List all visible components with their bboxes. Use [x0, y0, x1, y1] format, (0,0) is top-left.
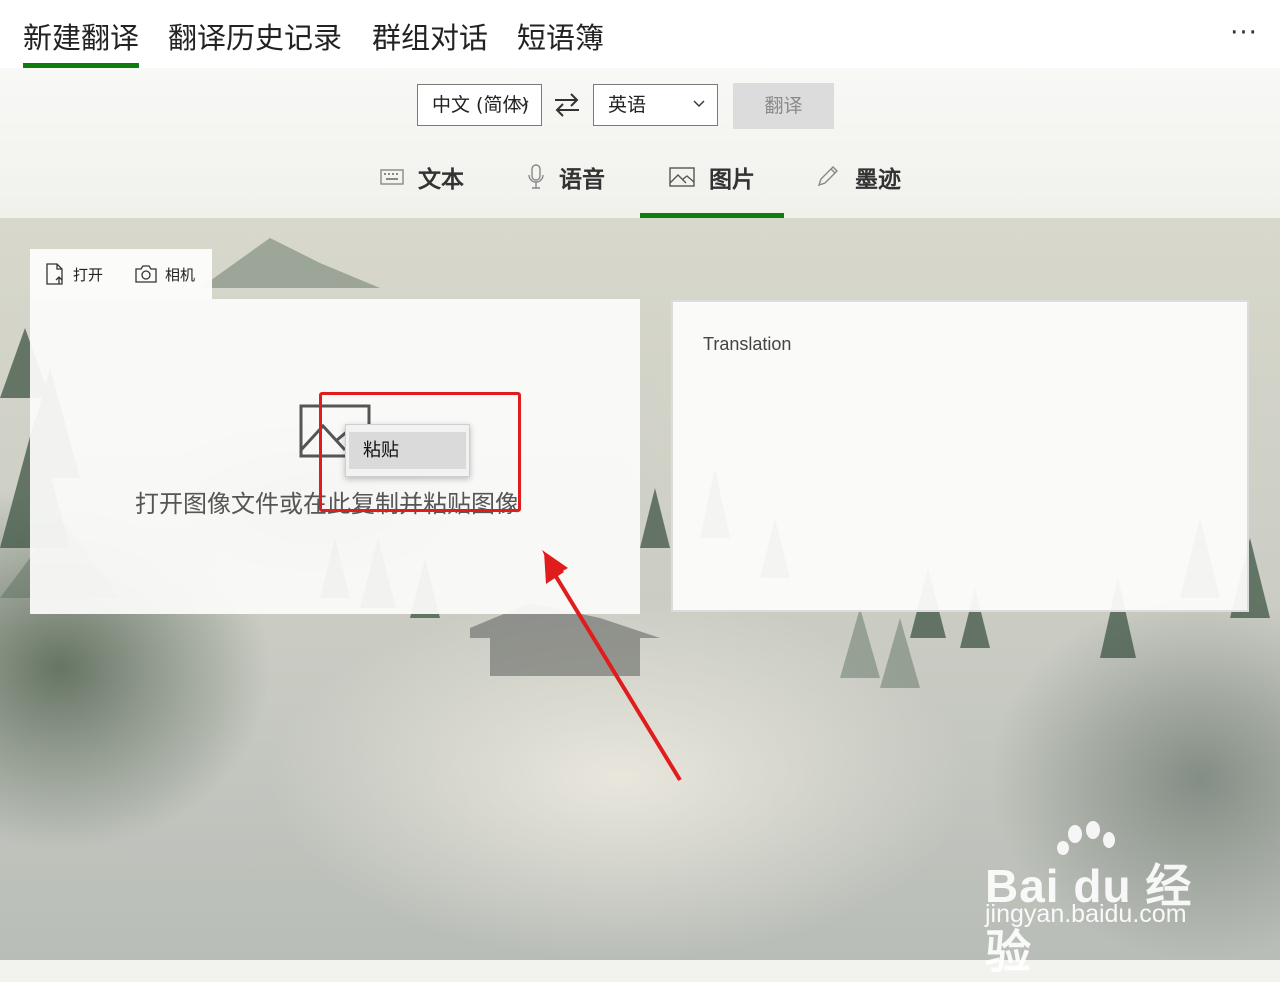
tab-text-label: 文本	[418, 167, 464, 193]
highlight-annotation-box	[319, 392, 521, 512]
tab-group-conversation[interactable]: 群组对话	[372, 14, 488, 66]
image-icon	[669, 167, 695, 187]
translate-button[interactable]: 翻译	[733, 83, 834, 129]
swap-languages-icon[interactable]	[553, 92, 581, 118]
tab-phrasebook[interactable]: 短语簿	[517, 14, 604, 66]
top-navigation-bar: 新建翻译 翻译历史记录 群组对话 短语簿 ···	[0, 0, 1280, 68]
chevron-down-icon	[517, 100, 529, 107]
camera-label: 相机	[165, 265, 196, 284]
tab-voice-label: 语音	[559, 167, 605, 193]
source-language-select[interactable]: 中文 (简体)	[417, 84, 542, 126]
source-language-value: 中文 (简体)	[432, 94, 529, 116]
tab-ink[interactable]: 墨迹	[815, 150, 901, 218]
image-toolbar: 打开 相机	[30, 249, 212, 299]
tab-image[interactable]: 图片	[640, 150, 784, 218]
microphone-icon	[528, 164, 544, 189]
tab-text[interactable]: 文本	[380, 150, 464, 218]
open-file-button[interactable]: 打开	[45, 263, 103, 285]
tab-voice[interactable]: 语音	[527, 150, 605, 218]
tab-image-label: 图片	[709, 167, 755, 193]
watermark-site: jingyan.baidu.com	[985, 900, 1187, 928]
keyboard-icon	[380, 169, 404, 185]
tab-ink-label: 墨迹	[855, 167, 901, 193]
chevron-down-icon	[693, 100, 705, 107]
camera-icon	[135, 265, 157, 283]
baidu-jingyan-watermark: Bai du 经验 jingyan.baidu.com	[980, 820, 1220, 978]
tab-new-translation[interactable]: 新建翻译	[23, 14, 140, 68]
camera-button[interactable]: 相机	[135, 263, 195, 285]
more-options-button[interactable]: ···	[1228, 18, 1260, 54]
open-file-label: 打开	[73, 265, 104, 284]
pen-icon	[817, 166, 838, 187]
open-file-icon	[46, 263, 63, 285]
tab-translation-history[interactable]: 翻译历史记录	[168, 14, 342, 66]
annotation-arrow	[542, 550, 682, 782]
target-language-value: 英语	[608, 94, 647, 116]
target-language-select[interactable]: 英语	[593, 84, 718, 126]
translation-label: Translation	[703, 334, 792, 354]
